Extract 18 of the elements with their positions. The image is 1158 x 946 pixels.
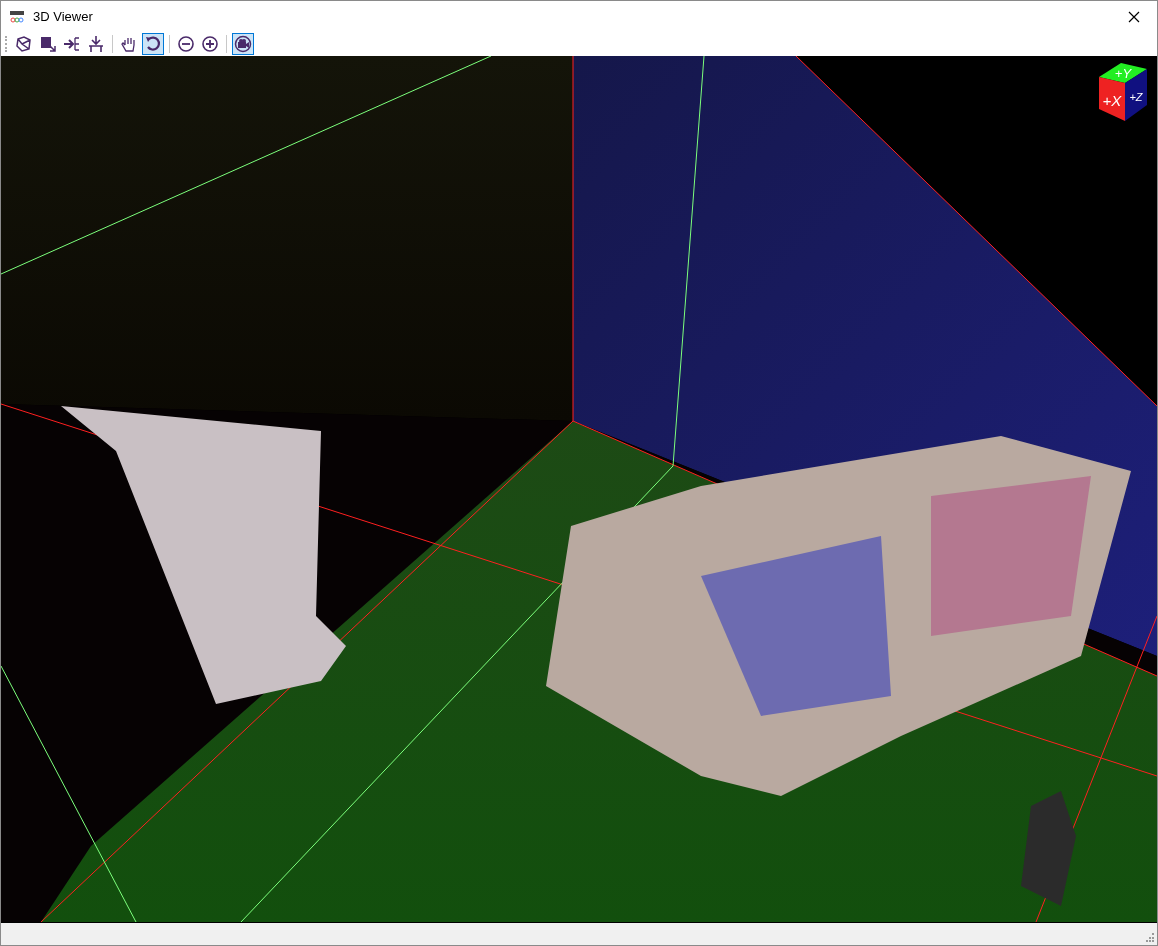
tool-button[interactable] bbox=[199, 33, 221, 55]
rotate-icon bbox=[144, 35, 162, 53]
tool-button[interactable] bbox=[175, 33, 197, 55]
resize-grip-icon[interactable] bbox=[1145, 933, 1155, 943]
cube-icon bbox=[15, 35, 33, 53]
tool-button[interactable] bbox=[232, 33, 254, 55]
hand-icon bbox=[120, 35, 138, 53]
selection-icon bbox=[39, 35, 57, 53]
axis-cube[interactable]: +Y +X +Z bbox=[1095, 59, 1151, 123]
app-icon bbox=[9, 9, 25, 24]
drop-down-icon bbox=[87, 35, 105, 53]
window-title: 3D Viewer bbox=[33, 7, 93, 26]
camera-icon bbox=[234, 35, 252, 53]
zoom-in-icon bbox=[201, 35, 219, 53]
close-icon bbox=[1128, 10, 1140, 23]
fit-icon bbox=[63, 35, 81, 53]
tool-button[interactable] bbox=[142, 33, 164, 55]
zoom-out-icon bbox=[177, 35, 195, 53]
